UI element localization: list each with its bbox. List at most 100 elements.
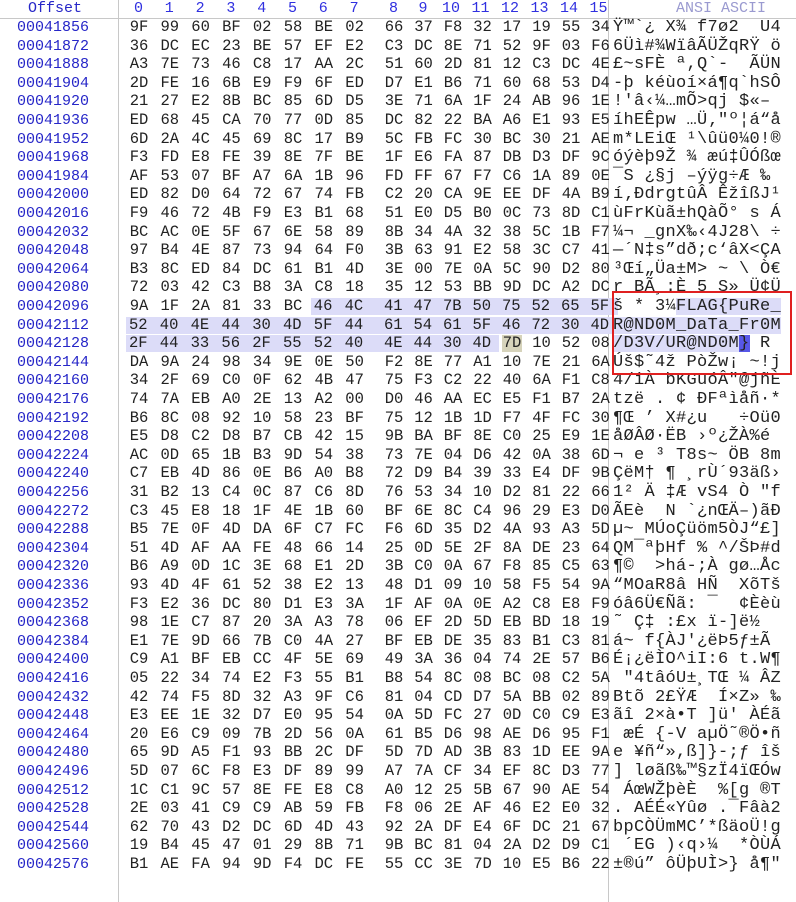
hex-byte[interactable]: 10 (252, 409, 272, 427)
hex-byte[interactable]: 6D (591, 446, 611, 464)
hex-byte[interactable]: 12 (414, 781, 434, 799)
hex-byte[interactable]: ED (129, 186, 149, 203)
hex-byte[interactable]: 39 (473, 465, 493, 482)
hex-byte[interactable]: 58 (283, 19, 303, 36)
hex-byte[interactable]: 81 (532, 484, 552, 501)
hex-byte[interactable]: E2 (473, 242, 493, 259)
ascii-text[interactable]: ùFrKùã±hQàÕ° s Á (613, 205, 781, 222)
hex-byte[interactable]: C1 (591, 837, 611, 854)
hex-byte[interactable]: EF (502, 763, 522, 780)
hex-byte[interactable]: 2E (443, 800, 463, 817)
hex-byte[interactable]: 7D (502, 335, 522, 353)
hex-byte[interactable]: 74 (502, 651, 522, 668)
hex-byte[interactable]: 55 (384, 856, 404, 873)
hex-byte[interactable]: 89 (345, 223, 365, 241)
hex-byte[interactable]: E9 (252, 74, 272, 92)
hex-byte[interactable]: E8 (561, 595, 581, 613)
hex-byte[interactable]: DC (252, 260, 272, 278)
hex-byte[interactable]: 80 (252, 595, 272, 613)
hex-byte[interactable]: 2D (345, 558, 365, 575)
hex-byte[interactable]: 53 (414, 484, 434, 501)
ascii-text[interactable]: ] løãß‰™§zÏ4ïŒÓw (613, 763, 781, 780)
hex-byte[interactable]: 3E (384, 260, 404, 278)
hex-byte[interactable]: D0 (191, 186, 211, 203)
hex-byte[interactable]: BE (314, 19, 334, 36)
hex-byte[interactable]: 8E (283, 149, 303, 166)
hex-byte[interactable]: AC (129, 446, 149, 464)
hex-byte[interactable]: 38 (345, 446, 365, 464)
hex-byte[interactable]: B7 (252, 428, 272, 445)
hex-byte[interactable]: 34 (252, 353, 272, 371)
hex-byte[interactable]: 24 (502, 93, 522, 110)
hex-byte[interactable]: 69 (252, 130, 272, 148)
hex-byte[interactable]: 54 (414, 670, 434, 687)
hex-byte[interactable]: 71 (473, 37, 493, 55)
hex-byte[interactable]: 30 (558, 316, 588, 334)
hex-byte[interactable]: 0A (443, 595, 463, 613)
hex-byte[interactable]: 1C (129, 781, 149, 799)
hex-byte[interactable]: A0 (314, 465, 334, 482)
hex-byte[interactable]: EC (191, 37, 211, 55)
ascii-text[interactable]: í‚ÐdrgtûÂ ÊžîßJ¹ (613, 186, 781, 203)
hex-byte[interactable]: BB (473, 279, 493, 296)
hex-byte[interactable]: 7D (473, 856, 493, 873)
hex-byte[interactable]: 68 (532, 74, 552, 92)
hex-byte[interactable]: 72 (528, 316, 558, 334)
hex-byte[interactable]: 0D (191, 558, 211, 575)
ascii-text[interactable]: Ÿ™`¿ X¾ f7ø2 U4 (613, 19, 781, 36)
hex-byte[interactable]: C8 (591, 372, 611, 389)
hex-byte[interactable]: E5 (502, 391, 522, 408)
hex-byte[interactable]: F9 (252, 205, 272, 222)
hex-byte[interactable]: 85 (532, 558, 552, 575)
hex-byte[interactable]: 96 (345, 167, 365, 185)
hex-byte[interactable]: B4 (160, 837, 180, 854)
hex-byte[interactable]: 82 (414, 112, 434, 129)
hex-byte[interactable]: 0E (191, 223, 211, 241)
hex-byte[interactable]: FE (252, 539, 272, 557)
hex-byte[interactable]: 5D (129, 763, 149, 780)
hex-byte[interactable]: 4D (469, 335, 499, 353)
hex-byte[interactable]: 67 (283, 186, 303, 203)
ascii-text[interactable]: ãî 2×à•T ]ü' ÀÉã (613, 707, 781, 724)
hex-byte[interactable]: 07 (191, 167, 211, 185)
hex-byte[interactable]: D8 (160, 428, 180, 445)
hex-byte[interactable]: D9 (561, 837, 581, 854)
hex-byte[interactable]: 3E (252, 558, 272, 575)
hex-byte[interactable]: 25 (532, 428, 552, 445)
hex-byte[interactable]: E2 (191, 93, 211, 110)
hex-byte[interactable]: CD (443, 688, 463, 706)
hex-byte[interactable]: 6B (221, 74, 241, 92)
hex-byte[interactable]: 69 (191, 372, 211, 389)
hex-byte[interactable]: 37 (414, 19, 434, 36)
hex-byte[interactable]: 33 (502, 465, 522, 482)
hex-byte[interactable]: E5 (129, 428, 149, 445)
hex-byte[interactable]: 2F (160, 372, 180, 389)
hex-byte[interactable]: D3 (532, 149, 552, 166)
hex-byte[interactable]: 62 (283, 372, 303, 389)
hex-byte[interactable]: 21 (129, 93, 149, 110)
hex-byte[interactable]: DF (283, 763, 303, 780)
hex-byte[interactable]: 01 (252, 837, 272, 854)
hex-byte[interactable]: 2D (443, 56, 463, 73)
hex-byte[interactable]: 36 (443, 651, 463, 668)
hex-byte[interactable]: 72 (252, 186, 272, 203)
hex-byte[interactable]: 9D (160, 744, 180, 761)
ascii-text[interactable]: R@ND0M_DaTa_Fr0M (613, 317, 781, 334)
hex-byte[interactable]: C7 (129, 465, 149, 482)
hex-byte[interactable]: FC (443, 707, 463, 724)
hex-byte[interactable]: 00 (345, 391, 365, 408)
hex-byte[interactable]: F1 (591, 725, 611, 743)
hex-byte[interactable]: 1E (591, 428, 611, 445)
hex-byte[interactable]: C9 (561, 707, 581, 724)
hex-byte[interactable]: 9B (384, 837, 404, 854)
hex-byte[interactable]: 53 (443, 279, 463, 296)
hex-byte[interactable]: 66 (221, 632, 241, 650)
hex-byte[interactable]: C3 (532, 56, 552, 73)
hex-byte[interactable]: 34 (473, 763, 493, 780)
hex-byte[interactable]: 12 (414, 409, 434, 427)
hex-byte[interactable]: EB (502, 614, 522, 631)
hex-byte[interactable]: C2 (384, 186, 404, 203)
hex-byte[interactable]: 64 (221, 186, 241, 203)
hex-byte[interactable]: F7 (473, 167, 493, 185)
hex-byte[interactable]: C9 (252, 800, 272, 817)
